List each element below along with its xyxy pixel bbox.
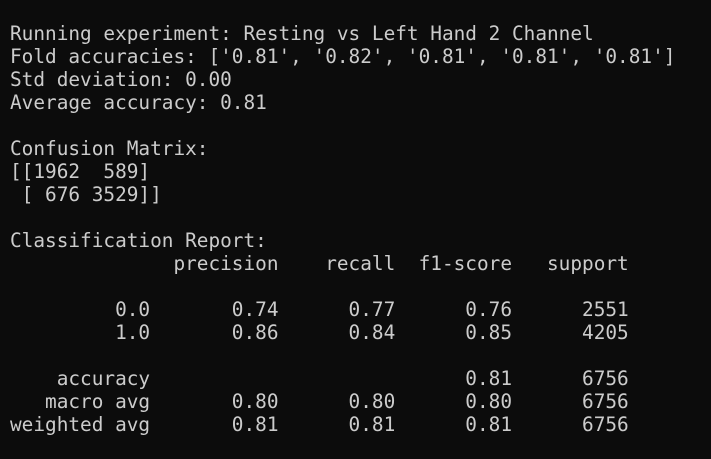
confusion-matrix-row-1: [[1962 589]: [10, 160, 151, 183]
report-row-macro-avg: macro avg 0.80 0.80 0.80 6756: [10, 390, 629, 413]
report-row-accuracy: accuracy 0.81 6756: [10, 367, 629, 390]
average-accuracy-line: Average accuracy: 0.81: [10, 91, 267, 114]
terminal-output[interactable]: Running experiment: Resting vs Left Hand…: [0, 0, 711, 459]
confusion-matrix-row-2: [ 676 3529]]: [10, 183, 162, 206]
fold-accuracies-line: Fold accuracies: ['0.81', '0.82', '0.81'…: [10, 45, 676, 68]
std-deviation-line: Std deviation: 0.00: [10, 68, 232, 91]
confusion-matrix-heading: Confusion Matrix:: [10, 137, 209, 160]
report-row-class-0: 0.0 0.74 0.77 0.76 2551: [10, 298, 629, 321]
experiment-title-line: Running experiment: Resting vs Left Hand…: [10, 22, 594, 45]
report-header-row: precision recall f1-score support: [10, 252, 629, 275]
report-row-class-1: 1.0 0.86 0.84 0.85 4205: [10, 321, 629, 344]
classification-report-heading: Classification Report:: [10, 229, 267, 252]
report-row-weighted-avg: weighted avg 0.81 0.81 0.81 6756: [10, 413, 629, 436]
